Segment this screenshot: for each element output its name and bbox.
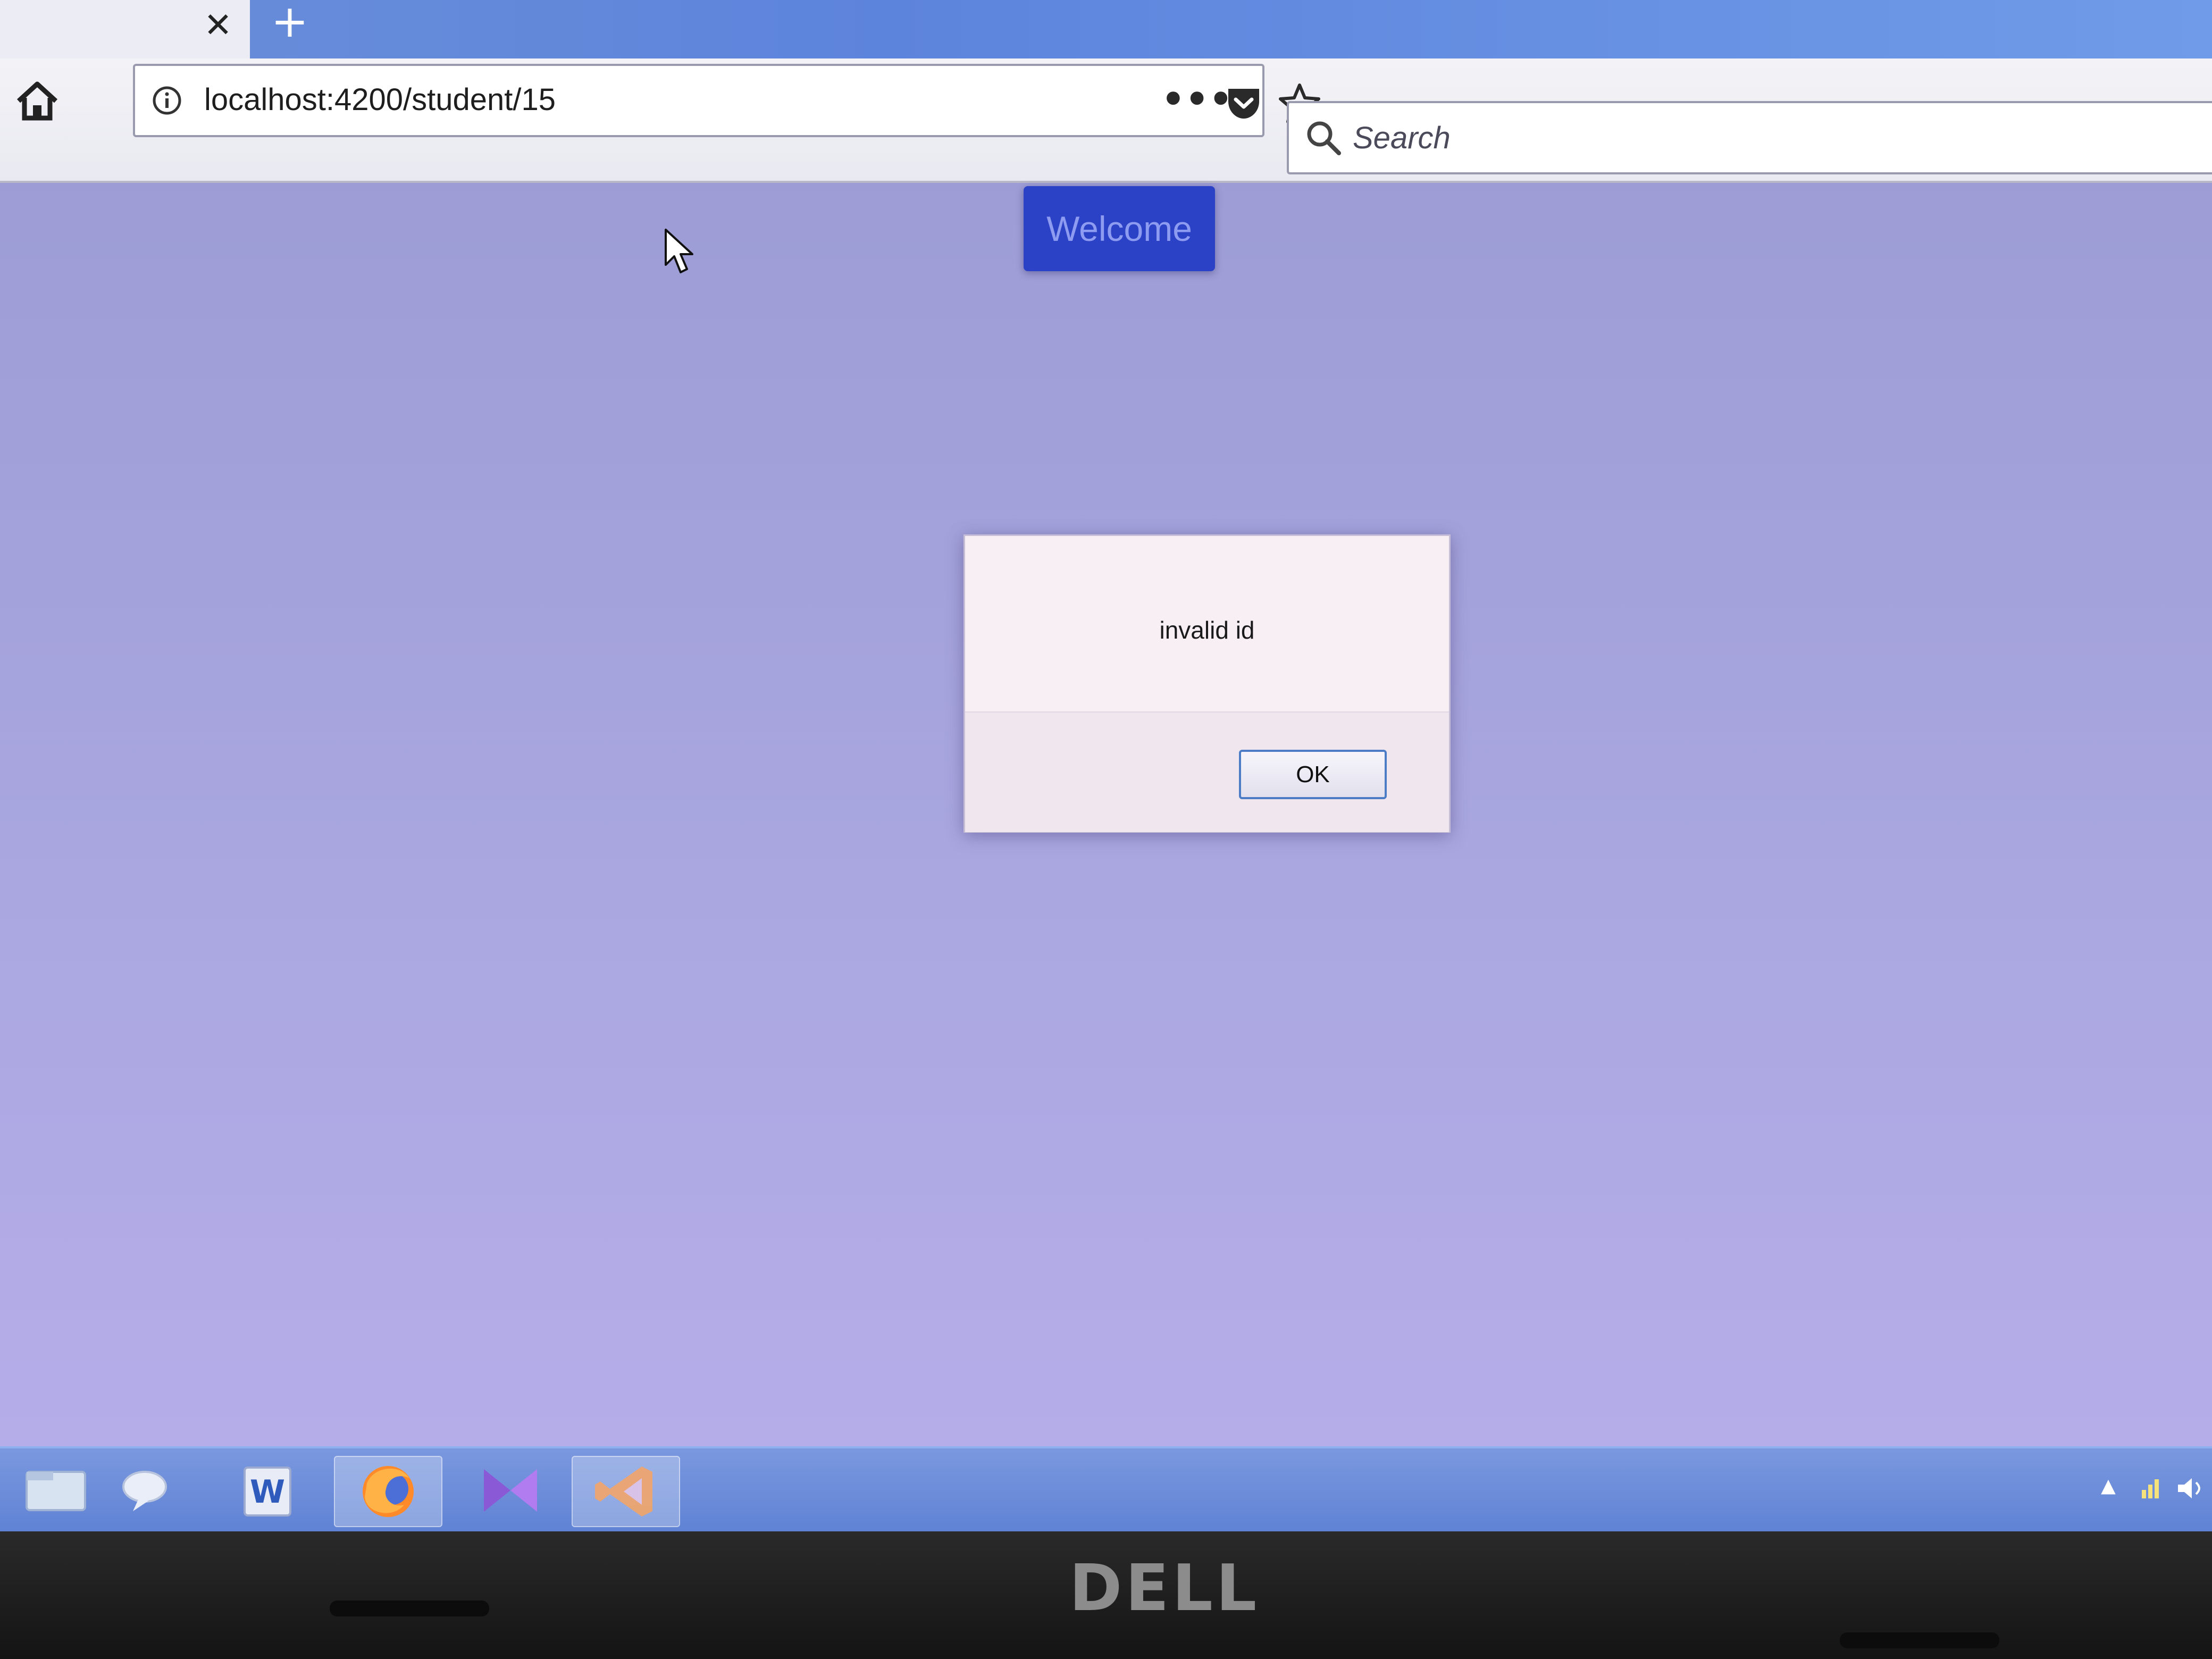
taskbar-app-firefox[interactable] — [334, 1456, 442, 1527]
word-icon: W — [244, 1467, 291, 1516]
dell-logo: DELL — [1069, 1552, 1260, 1626]
taskbar: W ▲ — [0, 1446, 2212, 1531]
screen: ✕ + localhost:4200/student/15 ••• Search… — [0, 0, 2212, 1531]
bezel-vent — [1840, 1632, 1999, 1648]
vscode-icon — [595, 1467, 652, 1516]
taskbar-app-word[interactable]: W — [213, 1456, 319, 1525]
search-input[interactable] — [1353, 115, 2150, 161]
taskbar-app-vscode[interactable] — [572, 1456, 680, 1527]
browser-tab[interactable]: ✕ — [0, 0, 250, 64]
alert-body: invalid id — [965, 536, 1449, 711]
chat-app-icon — [122, 1471, 167, 1511]
word-icon-letter: W — [250, 1473, 285, 1511]
taskbar-app-visual-studio[interactable] — [457, 1456, 564, 1525]
plus-icon: + — [271, 0, 309, 47]
alert-footer: OK — [965, 711, 1449, 832]
address-bar[interactable]: localhost:4200/student/15 ••• — [133, 64, 1320, 137]
ok-button[interactable]: OK — [1239, 750, 1387, 799]
pocket-icon[interactable] — [1225, 85, 1262, 122]
laptop-bezel: DELL — [0, 1531, 2212, 1659]
tab-strip: ✕ + — [0, 0, 2212, 64]
mouse-pointer-icon — [665, 229, 693, 273]
search-box[interactable] — [1287, 101, 2212, 174]
navigation-toolbar: localhost:4200/student/15 ••• — [0, 58, 2212, 183]
new-tab-button[interactable]: + — [266, 0, 314, 48]
firefox-icon — [363, 1466, 414, 1517]
home-button[interactable] — [11, 74, 64, 128]
close-icon[interactable]: ✕ — [197, 4, 239, 47]
visual-studio-icon — [484, 1469, 537, 1512]
taskbar-app-chat[interactable] — [96, 1456, 202, 1525]
welcome-button[interactable]: Welcome — [1024, 186, 1215, 271]
search-icon — [1307, 121, 1341, 155]
bezel-vent — [330, 1601, 489, 1616]
network-icon[interactable] — [2138, 1475, 2164, 1502]
home-icon — [16, 81, 58, 121]
info-icon[interactable] — [151, 85, 183, 116]
url-text[interactable]: localhost:4200/student/15 — [204, 82, 556, 118]
alert-message: invalid id — [1159, 616, 1255, 644]
alert-dialog: invalid id OK — [963, 534, 1451, 833]
chevron-up-icon[interactable]: ▲ — [2095, 1475, 2122, 1502]
page-actions-button[interactable]: ••• — [1161, 76, 1233, 129]
dell-logo-text: DELL — [1069, 1552, 1260, 1626]
volume-icon[interactable] — [2175, 1475, 2207, 1502]
